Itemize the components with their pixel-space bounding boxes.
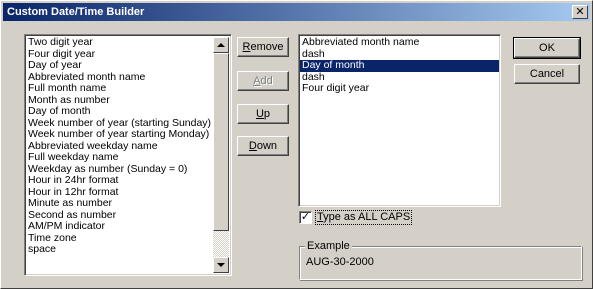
window-title: Custom Date/Time Builder xyxy=(7,6,145,18)
example-group-title: Example xyxy=(305,240,352,252)
add-button[interactable]: Add xyxy=(237,71,289,91)
cancel-button[interactable]: Cancel xyxy=(514,64,580,84)
list-item[interactable]: Month as number xyxy=(26,95,212,107)
available-list-scrollbar[interactable] xyxy=(213,37,229,273)
add-label: dd xyxy=(260,75,273,87)
available-items-container: Two digit year Four digit year Day of year… xyxy=(26,37,212,256)
cancel-label: Cancel xyxy=(529,68,565,80)
remove-label: emove xyxy=(250,41,284,53)
list-item[interactable]: Full weekday name xyxy=(26,152,212,164)
selected-formats-list[interactable]: Abbreviated month name dash Day of month da… xyxy=(298,34,501,207)
list-item[interactable]: Second as number xyxy=(26,210,212,222)
list-item[interactable]: Day of year xyxy=(26,60,212,72)
scroll-thumb[interactable] xyxy=(213,53,229,231)
list-item[interactable]: Week number of year starting Monday) xyxy=(26,129,212,141)
available-formats-list[interactable]: Two digit year Four digit year Day of year… xyxy=(24,34,232,276)
list-item[interactable]: Week number of year (starting Sunday) xyxy=(26,118,212,130)
list-item[interactable]: Day of month xyxy=(26,106,212,118)
list-item[interactable]: Abbreviated weekday name xyxy=(26,141,212,153)
remove-button[interactable]: Remove xyxy=(237,37,289,57)
all-caps-checkbox[interactable]: ✓ xyxy=(299,211,312,224)
down-mnemonic: D xyxy=(248,140,257,152)
title-bar[interactable]: Custom Date/Time Builder ✕ xyxy=(3,3,590,21)
chevron-up-icon xyxy=(217,43,225,47)
ok-label: OK xyxy=(539,42,555,54)
add-mnemonic: A xyxy=(253,75,261,87)
list-item[interactable]: Abbreviated month name xyxy=(300,37,499,49)
list-item[interactable]: Full month name xyxy=(26,83,212,95)
list-item[interactable]: Day of month xyxy=(300,60,499,72)
list-item[interactable]: Hour in 24hr format xyxy=(26,175,212,187)
chevron-down-icon xyxy=(217,263,225,267)
list-item[interactable]: dash xyxy=(300,49,499,61)
up-mnemonic: U xyxy=(255,108,264,120)
list-item[interactable]: dash xyxy=(300,72,499,84)
scroll-down-button[interactable] xyxy=(213,257,229,273)
all-caps-label-text: ype as ALL CAPS xyxy=(323,211,411,223)
list-item[interactable]: AM/PM indicator xyxy=(26,221,212,233)
selected-items-container: Abbreviated month name dash Day of month da… xyxy=(300,37,499,95)
scroll-up-button[interactable] xyxy=(213,37,229,53)
close-icon: ✕ xyxy=(575,5,585,18)
ok-button[interactable]: OK xyxy=(513,37,581,59)
custom-date-time-builder-dialog: Custom Date/Time Builder ✕ Two digit yea… xyxy=(0,0,593,289)
up-button[interactable]: Up xyxy=(237,104,289,124)
list-item[interactable]: Minute as number xyxy=(26,198,212,210)
down-button[interactable]: Down xyxy=(237,136,289,156)
list-item[interactable]: Weekday as number (Sunday = 0) xyxy=(26,164,212,176)
list-item[interactable]: Time zone xyxy=(26,233,212,245)
all-caps-label[interactable]: Type as ALL CAPS xyxy=(315,210,413,225)
list-item[interactable]: space xyxy=(26,244,212,256)
close-button[interactable]: ✕ xyxy=(572,5,588,19)
checkmark-icon: ✓ xyxy=(300,210,311,223)
down-label: own xyxy=(256,140,278,152)
list-item[interactable]: Two digit year xyxy=(26,37,212,49)
list-item[interactable]: Abbreviated month name xyxy=(26,72,212,84)
list-item[interactable]: Four digit year xyxy=(26,49,212,61)
up-label: p xyxy=(263,108,271,120)
list-item[interactable]: Hour in 12hr format xyxy=(26,187,212,199)
list-item[interactable]: Four digit year xyxy=(300,83,499,95)
example-value: AUG-30-2000 xyxy=(306,256,374,268)
